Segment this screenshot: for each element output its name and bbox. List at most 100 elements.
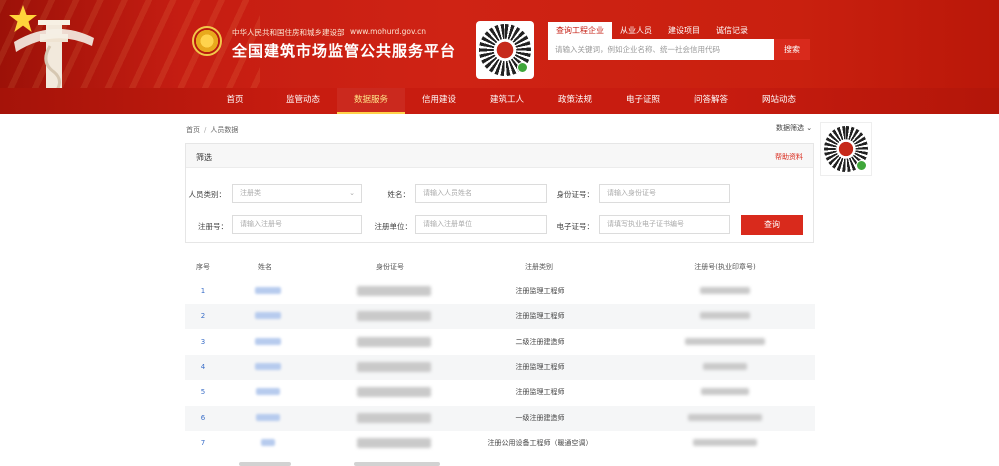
redacted-reg-number xyxy=(700,287,750,294)
redacted-name-link[interactable] xyxy=(255,287,281,294)
redacted-name-link[interactable] xyxy=(261,438,275,446)
reg-unit-input[interactable]: 请输入注册单位 xyxy=(415,215,547,234)
redacted-reg-number xyxy=(703,362,747,370)
search-tab-credit[interactable]: 诚信记录 xyxy=(708,22,756,39)
table-row: 5 注册监理工程师 xyxy=(185,380,815,405)
breadcrumb-current: 人员数据 xyxy=(210,126,239,134)
wechat-qr-code xyxy=(476,21,534,79)
nav-credit[interactable]: 信用建设 xyxy=(405,88,473,114)
row-index: 3 xyxy=(200,337,206,346)
row-index: 7 xyxy=(200,438,206,447)
redacted-name-link[interactable] xyxy=(255,312,281,320)
ministry-url[interactable]: www.mohurd.gov.cn xyxy=(350,27,426,36)
redacted-reg-number xyxy=(688,413,762,421)
row-category: 一级注册建造师 xyxy=(515,413,565,422)
reg-no-input[interactable]: 请输入注册号 xyxy=(232,215,362,234)
scrollbar[interactable] xyxy=(239,462,291,466)
row-category: 注册监理工程师 xyxy=(515,388,565,397)
person-type-select[interactable]: 注册类 ⌄ xyxy=(232,184,362,203)
column-header-index: 序号 xyxy=(196,263,210,271)
person-type-label: 人员类别： xyxy=(188,190,227,199)
breadcrumb-home[interactable]: 首页 xyxy=(186,126,200,134)
huabiao-pillar-image xyxy=(14,20,94,88)
table-row: 4 注册监理工程师 xyxy=(185,354,815,380)
table-row: 2 注册监理工程师 xyxy=(185,304,815,330)
site-header: 中华人民共和国住房和城乡建设部 www.mohurd.gov.cn 全国建筑市场… xyxy=(0,0,999,88)
data-filter-dropdown[interactable]: 数据筛选 ⌄ xyxy=(776,123,814,135)
nav-home[interactable]: 首页 xyxy=(201,88,269,114)
redacted-name-link[interactable] xyxy=(256,388,280,396)
site-title[interactable]: 全国建筑市场监管公共服务平台 xyxy=(232,40,456,61)
wechat-badge-icon xyxy=(517,62,528,73)
column-header-id: 身份证号 xyxy=(376,263,404,271)
name-input[interactable]: 请输入人员姓名 xyxy=(415,184,547,203)
id-number-label: 身份证号： xyxy=(556,190,595,199)
nav-data-service[interactable]: 数据服务 xyxy=(337,88,405,114)
redacted-reg-number xyxy=(701,388,749,396)
wechat-badge-icon xyxy=(856,160,867,171)
chevron-down-icon: ⌄ xyxy=(806,124,813,132)
redacted-reg-number xyxy=(685,337,765,345)
row-index: 6 xyxy=(200,413,206,422)
nav-workers[interactable]: 建筑工人 xyxy=(473,88,541,114)
redacted-id-number xyxy=(357,336,431,347)
row-index: 1 xyxy=(200,287,206,295)
column-header-category: 注册类别 xyxy=(525,263,553,271)
table-row: 1 注册监理工程师 xyxy=(185,279,815,304)
table-row: 6 一级注册建造师 xyxy=(185,405,815,431)
nav-supervision-news[interactable]: 监管动态 xyxy=(269,88,337,114)
search-tabs: 查询工程企业 从业人员 建设项目 诚信记录 xyxy=(548,22,756,39)
name-label: 姓名： xyxy=(387,190,411,199)
nav-site-news[interactable]: 网站动态 xyxy=(745,88,813,114)
reg-unit-label: 注册单位： xyxy=(374,222,413,231)
table-row: 7 注册公用设备工程师（暖通空调） xyxy=(185,431,815,456)
redacted-name-link[interactable] xyxy=(255,337,281,345)
row-index: 2 xyxy=(200,312,206,321)
scrollbar[interactable] xyxy=(354,462,440,466)
redacted-id-number xyxy=(357,387,431,398)
ministry-name: 中华人民共和国住房和城乡建设部 xyxy=(232,28,345,37)
nav-qa[interactable]: 问答解答 xyxy=(677,88,745,114)
table-header: 序号 姓名 身份证号 注册类别 注册号(执业印章号) xyxy=(185,256,815,276)
person-type-value: 注册类 xyxy=(240,189,261,197)
table-row: 3 二级注册建造师 xyxy=(185,330,815,355)
redacted-id-number xyxy=(357,412,431,423)
row-category: 注册监理工程师 xyxy=(515,362,565,371)
row-category: 二级注册建造师 xyxy=(515,337,565,346)
redacted-id-number xyxy=(357,437,431,448)
main-nav: 首页 监管动态 数据服务 信用建设 建筑工人 政策法规 电子证照 问答解答 网站… xyxy=(0,88,999,114)
redacted-id-number xyxy=(357,361,431,372)
row-category: 注册公用设备工程师（暖通空调） xyxy=(487,438,593,447)
breadcrumb: 首页 / 人员数据 xyxy=(186,126,239,134)
redacted-reg-number xyxy=(700,312,750,320)
side-qr-code xyxy=(820,122,872,176)
reg-no-label: 注册号： xyxy=(198,222,228,231)
query-button[interactable]: 查询 xyxy=(741,215,803,235)
header-search: 搜索 xyxy=(548,39,810,60)
redacted-id-number xyxy=(357,311,431,322)
header-search-button[interactable]: 搜索 xyxy=(774,39,810,60)
redacted-name-link[interactable] xyxy=(256,413,280,421)
redacted-name-link[interactable] xyxy=(255,362,281,370)
search-tab-projects[interactable]: 建设项目 xyxy=(660,22,708,39)
row-category: 注册监理工程师 xyxy=(515,287,565,295)
redacted-id-number xyxy=(357,286,431,296)
national-emblem-icon xyxy=(192,26,222,56)
search-tab-personnel[interactable]: 从业人员 xyxy=(612,22,660,39)
nav-e-license[interactable]: 电子证照 xyxy=(609,88,677,114)
redacted-reg-number xyxy=(693,438,757,446)
cert-no-input[interactable]: 请填写执业电子证书编号 xyxy=(599,215,730,234)
row-index: 4 xyxy=(200,362,206,371)
row-index: 5 xyxy=(200,388,206,397)
nav-policy[interactable]: 政策法规 xyxy=(541,88,609,114)
search-tab-companies[interactable]: 查询工程企业 xyxy=(548,22,612,39)
header-search-input[interactable] xyxy=(548,39,774,60)
column-header-name: 姓名 xyxy=(258,263,272,271)
filter-panel-title: 筛选 xyxy=(196,153,212,162)
chevron-down-icon: ⌄ xyxy=(349,189,355,197)
data-filter-label: 数据筛选 xyxy=(776,124,804,132)
row-category: 注册监理工程师 xyxy=(515,312,565,321)
column-header-reg-no: 注册号(执业印章号) xyxy=(694,263,756,271)
id-number-input[interactable]: 请输入身份证号 xyxy=(599,184,730,203)
help-link[interactable]: 帮助资料 xyxy=(775,152,803,162)
